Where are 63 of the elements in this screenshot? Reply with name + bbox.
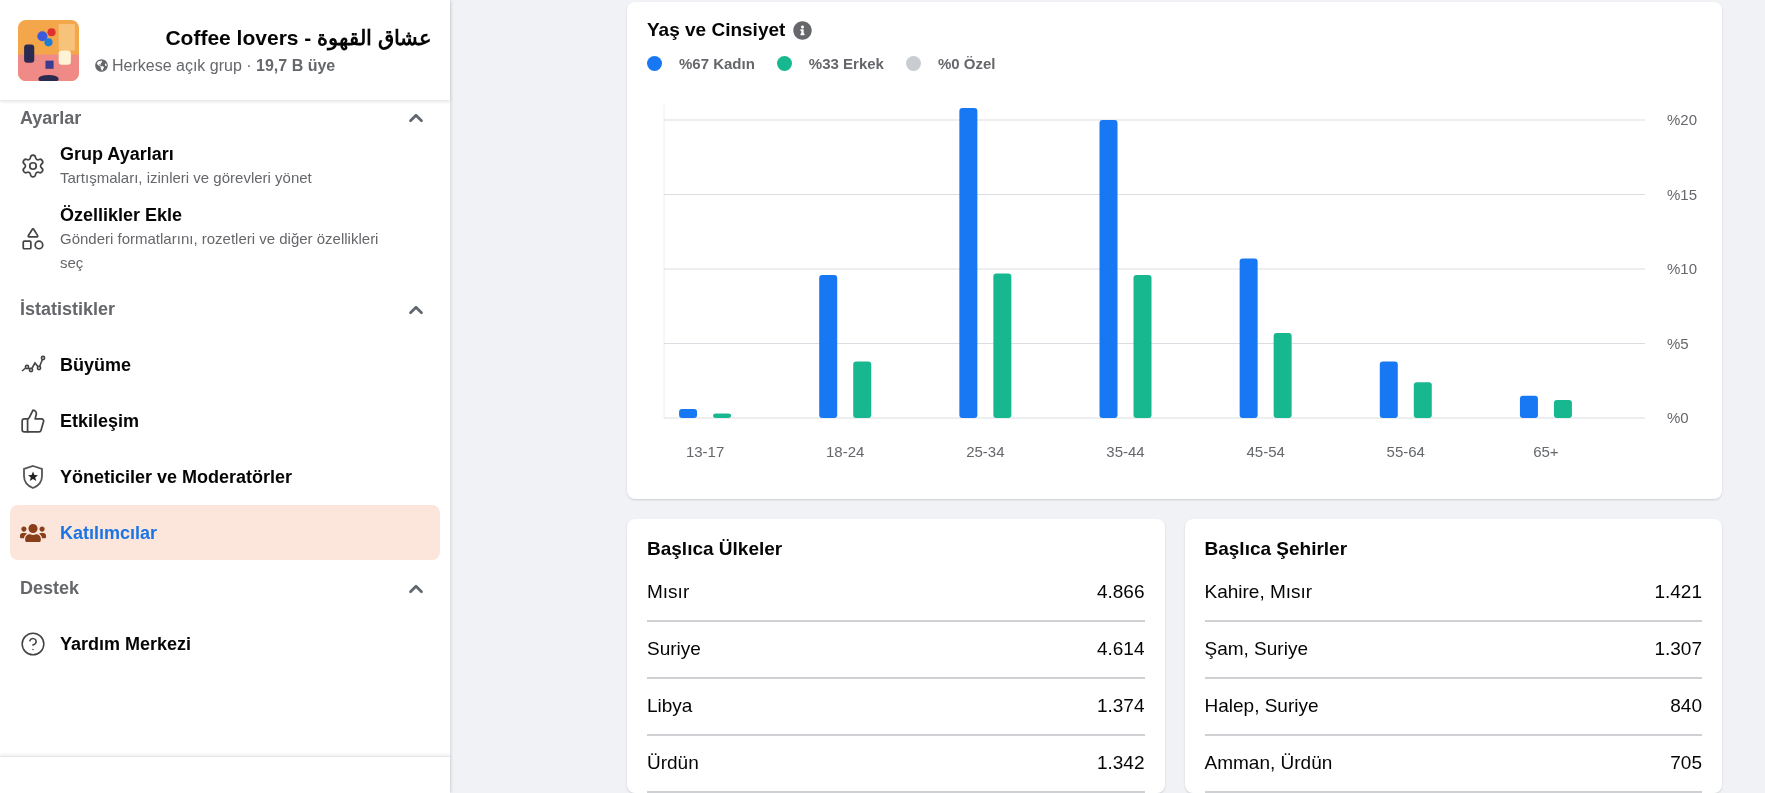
- bar: [1553, 400, 1572, 418]
- row-count: 1.342: [1096, 751, 1145, 776]
- bar: [713, 413, 732, 418]
- bar: [853, 361, 872, 418]
- gear-icon: [20, 153, 46, 179]
- legend-label: %0 Özel: [937, 53, 996, 74]
- x-tick-label: 45-54: [1246, 443, 1285, 460]
- row-count: 705: [1670, 751, 1702, 776]
- y-tick-label: %10: [1667, 260, 1698, 277]
- row-count: 840: [1670, 694, 1702, 719]
- row-name: Ürdün: [647, 751, 699, 776]
- x-tick-label: 13-17: [685, 443, 725, 460]
- bar: [1379, 361, 1398, 418]
- section-title: Destek: [20, 577, 80, 600]
- item-label: Etkileşim: [60, 409, 140, 433]
- x-tick-label: 65+: [1533, 443, 1559, 460]
- row-name: Şam, Suriye: [1204, 637, 1308, 662]
- group-meta: Herkese açık grup · 19,7 B üye: [112, 55, 336, 76]
- row-count: 4.614: [1096, 637, 1145, 662]
- bar: [1413, 382, 1432, 418]
- shield-star-icon: [20, 463, 46, 490]
- row-name: Amman, Ürdün: [1204, 751, 1333, 776]
- y-tick-label: %15: [1667, 185, 1698, 203]
- y-tick-label: %20: [1667, 111, 1698, 128]
- y-tick-label: %5: [1667, 334, 1689, 352]
- x-tick-label: 25-34: [966, 443, 1005, 460]
- section-title: İstatistikler: [20, 298, 116, 321]
- row-name: Suriye: [647, 637, 701, 662]
- shapes-icon: [20, 226, 46, 252]
- row-count: 1.374: [1096, 694, 1145, 719]
- section-title: Ayarlar: [20, 106, 82, 130]
- row-name: Mısır: [647, 580, 690, 605]
- row-name: Halep, Suriye: [1204, 694, 1319, 719]
- group-name[interactable]: Coffee lovers - عشاق القهوة: [165, 22, 432, 54]
- sidebar-item[interactable]: Katılımcılar: [10, 505, 440, 560]
- card-title: Yaş ve Cinsiyet: [647, 18, 786, 42]
- item-label: Yöneticiler ve Moderatörler: [60, 465, 293, 489]
- bar: [679, 409, 698, 418]
- item-description: Tartışmaları, izinleri ve görevleri yönet: [60, 168, 313, 188]
- y-tick-label: %0: [1667, 409, 1689, 426]
- card-title: Başlıca Ülkeler: [647, 536, 784, 561]
- item-label: Özellikler Ekle: [60, 204, 184, 227]
- bar: [1519, 395, 1538, 418]
- globe-icon: [95, 59, 108, 73]
- item-label: Grup Ayarları: [60, 143, 175, 166]
- x-tick-label: 35-44: [1106, 443, 1145, 460]
- item-label: Yardım Merkezi: [60, 632, 192, 656]
- info-icon[interactable]: [793, 20, 813, 40]
- item-label: Büyüme: [60, 353, 131, 377]
- x-tick-label: 55-64: [1386, 443, 1425, 460]
- x-tick-label: 18-24: [826, 443, 865, 460]
- row-count: 1.421: [1654, 580, 1702, 605]
- row-name: Kahire, Mısır: [1204, 580, 1313, 605]
- help-icon: [20, 630, 46, 657]
- item-description: Gönderi formatlarını, rozetleri ve diğer özellikleri seç: [60, 229, 380, 273]
- row-count: 1.307: [1654, 637, 1702, 662]
- legend-label: %67 Kadın: [679, 53, 755, 74]
- item-label: Katılımcılar: [60, 521, 158, 545]
- legend-label: %33 Erkek: [808, 53, 884, 74]
- card-title: Başlıca Şehirler: [1204, 536, 1349, 561]
- row-count: 4.866: [1096, 580, 1145, 605]
- row-name: Libya: [647, 694, 693, 719]
- thumbs-up-icon: [20, 407, 46, 434]
